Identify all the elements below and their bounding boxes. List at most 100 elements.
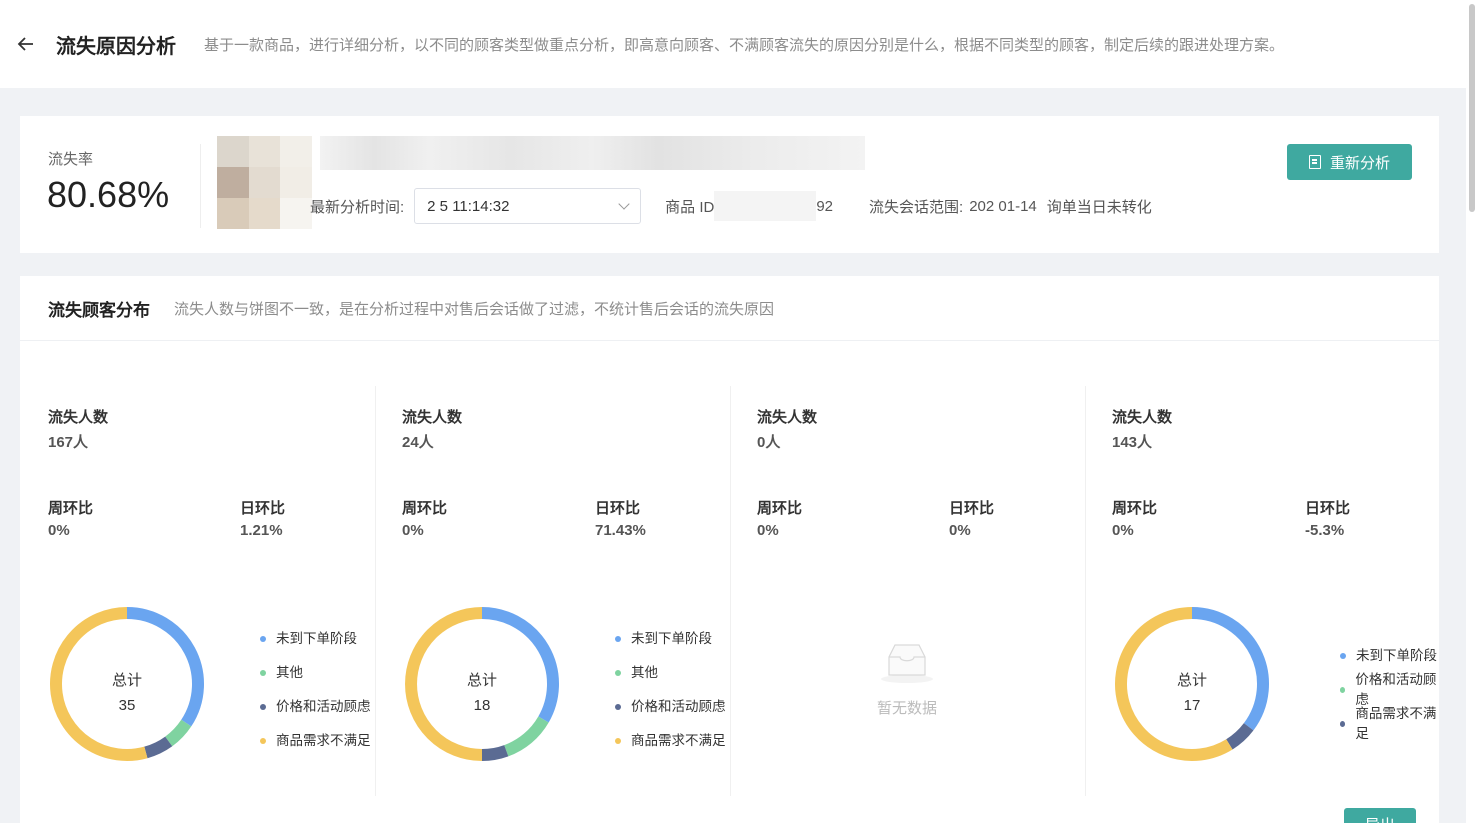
- donut-total-value: 17: [1184, 697, 1201, 714]
- legend-item[interactable]: 其他: [260, 654, 371, 688]
- week-ratio-value: 0%: [757, 522, 779, 539]
- chevron-down-icon: [618, 198, 630, 210]
- reanalyze-button[interactable]: 重新分析: [1287, 144, 1412, 180]
- donut-slice[interactable]: [1191, 607, 1269, 731]
- lost-count-label: 流失人数: [1112, 409, 1173, 426]
- legend-dot-icon: [260, 703, 266, 710]
- donut-slice[interactable]: [126, 607, 204, 727]
- lost-count-label: 流失人数: [757, 409, 818, 426]
- back-arrow-icon[interactable]: [16, 34, 36, 54]
- distribution-column-1: 流失人数 167人 周环比 0% 日环比 1.21% 总计 35 未到下单阶段 …: [20, 386, 375, 796]
- legend-item[interactable]: 其他: [615, 654, 726, 688]
- week-ratio-value: 0%: [48, 522, 70, 539]
- range-value: 202 01-14: [969, 197, 1037, 215]
- goods-id-label: 商品 ID: [665, 198, 715, 216]
- legend-label: 商品需求不满足: [276, 733, 371, 748]
- legend-item[interactable]: 商品需求不满足: [260, 722, 371, 756]
- lost-count-value: 0人: [757, 434, 781, 451]
- churn-rate-label: 流失率: [48, 151, 94, 168]
- donut-chart[interactable]: 总计 17: [1112, 604, 1272, 764]
- legend-item[interactable]: 未到下单阶段: [1340, 637, 1440, 671]
- donut-slice[interactable]: [504, 716, 549, 757]
- legend-item[interactable]: 价格和活动顾虑: [260, 688, 371, 722]
- day-ratio-label: 日环比: [595, 500, 641, 517]
- legend-item[interactable]: 价格和活动顾虑: [1340, 671, 1440, 707]
- divider: [200, 144, 201, 228]
- churn-rate-value: 80.68%: [47, 174, 170, 215]
- meta-row: 最新分析时间: 2 5 11:14:32 商品 ID 92 流失会话范围: 20…: [310, 188, 1152, 224]
- donut-total-label: 总计: [1177, 672, 1207, 689]
- donut-total-value: 18: [474, 697, 491, 714]
- week-ratio-label: 周环比: [402, 500, 448, 517]
- legend-label: 未到下单阶段: [631, 631, 712, 646]
- donut-slice[interactable]: [1115, 607, 1233, 761]
- donut-slice[interactable]: [144, 736, 173, 759]
- legend-label: 商品需求不满足: [631, 733, 726, 748]
- empty-tray-icon: [881, 644, 933, 683]
- distribution-header: 流失顾客分布 流失人数与饼图不一致，是在分析过程中对售后会话做了过滤，不统计售后…: [20, 276, 1439, 341]
- day-ratio-label: 日环比: [240, 500, 286, 517]
- donut-slice[interactable]: [165, 719, 192, 747]
- range-note: 询单当日未转化: [1046, 198, 1152, 216]
- goods-id-blurred: [714, 191, 817, 221]
- legend-label: 价格和活动顾虑: [276, 699, 371, 714]
- distribution-column-2: 流失人数 24人 周环比 0% 日环比 71.43% 总计 18 未到下单阶段 …: [375, 386, 730, 796]
- analysis-time-value: 2 5 11:14:32: [427, 197, 510, 215]
- legend-label: 未到下单阶段: [276, 631, 357, 646]
- week-ratio-value: 0%: [402, 522, 424, 539]
- product-thumbnail: [217, 136, 312, 229]
- donut-chart[interactable]: 总计 18: [402, 604, 562, 764]
- summary-card: 流失率 80.68% 最新分析时间: 2 5 11:14:32 商品 ID 92…: [20, 116, 1439, 253]
- legend-dot-icon: [1340, 686, 1346, 693]
- donut-chart[interactable]: 总计 35: [47, 604, 207, 764]
- legend-label: 其他: [631, 665, 658, 680]
- donut-total-value: 35: [119, 697, 136, 714]
- lost-count-value: 167人: [48, 434, 89, 451]
- legend-item[interactable]: 商品需求不满足: [1340, 705, 1440, 741]
- donut-slice[interactable]: [1226, 722, 1254, 750]
- donut-slice[interactable]: [481, 607, 559, 723]
- legend-dot-icon: [615, 703, 621, 710]
- document-icon: [1308, 155, 1321, 169]
- distribution-title: 流失顾客分布: [48, 300, 150, 320]
- legend-label: 未到下单阶段: [1356, 648, 1437, 663]
- lost-count-label: 流失人数: [48, 409, 109, 426]
- donut-total-label: 总计: [467, 672, 497, 689]
- legend-dot-icon: [1340, 652, 1346, 659]
- legend-item[interactable]: 未到下单阶段: [615, 620, 726, 654]
- legend-item[interactable]: 价格和活动顾虑: [615, 688, 726, 722]
- legend-label: 其他: [276, 665, 303, 680]
- legend-dot-icon: [1340, 720, 1346, 727]
- legend-item[interactable]: 商品需求不满足: [615, 722, 726, 756]
- lost-count-label: 流失人数: [402, 409, 463, 426]
- day-ratio-label: 日环比: [1305, 500, 1351, 517]
- legend-label: 商品需求不满足: [1355, 706, 1437, 741]
- page-description: 基于一款商品，进行详细分析，以不同的顾客类型做重点分析，即高意向顾客、不满顾客流…: [204, 36, 1285, 54]
- legend-dot-icon: [615, 635, 621, 642]
- goods-id-value: 92: [816, 197, 834, 215]
- lost-count-value: 24人: [402, 434, 434, 451]
- export-button[interactable]: 导出: [1344, 808, 1416, 823]
- analysis-time-select[interactable]: 2 5 11:14:32: [414, 188, 642, 224]
- reanalyze-label: 重新分析: [1329, 154, 1390, 172]
- legend-dot-icon: [260, 737, 266, 744]
- week-ratio-label: 周环比: [1112, 500, 1158, 517]
- donut-legend: 未到下单阶段 其他 价格和活动顾虑 商品需求不满足: [615, 620, 726, 756]
- legend-dot-icon: [615, 669, 621, 676]
- week-ratio-value: 0%: [1112, 522, 1134, 539]
- page-title: 流失原因分析: [56, 35, 176, 58]
- week-ratio-label: 周环比: [48, 500, 94, 517]
- donut-slice[interactable]: [481, 745, 509, 761]
- legend-dot-icon: [615, 737, 621, 744]
- legend-item[interactable]: 未到下单阶段: [260, 620, 371, 654]
- donut-legend: 未到下单阶段 价格和活动顾虑 商品需求不满足: [1340, 637, 1440, 741]
- legend-label: 价格和活动顾虑: [631, 699, 726, 714]
- legend-dot-icon: [260, 669, 266, 676]
- scrollbar-thumb[interactable]: [1469, 4, 1475, 212]
- legend-dot-icon: [260, 635, 266, 642]
- day-ratio-label: 日环比: [949, 500, 995, 517]
- distribution-card: 流失顾客分布 流失人数与饼图不一致，是在分析过程中对售后会话做了过滤，不统计售后…: [20, 276, 1439, 823]
- day-ratio-value: 71.43%: [595, 522, 646, 539]
- page-header: 流失原因分析 基于一款商品，进行详细分析，以不同的顾客类型做重点分析，即高意向顾…: [0, 0, 1466, 88]
- week-ratio-label: 周环比: [757, 500, 803, 517]
